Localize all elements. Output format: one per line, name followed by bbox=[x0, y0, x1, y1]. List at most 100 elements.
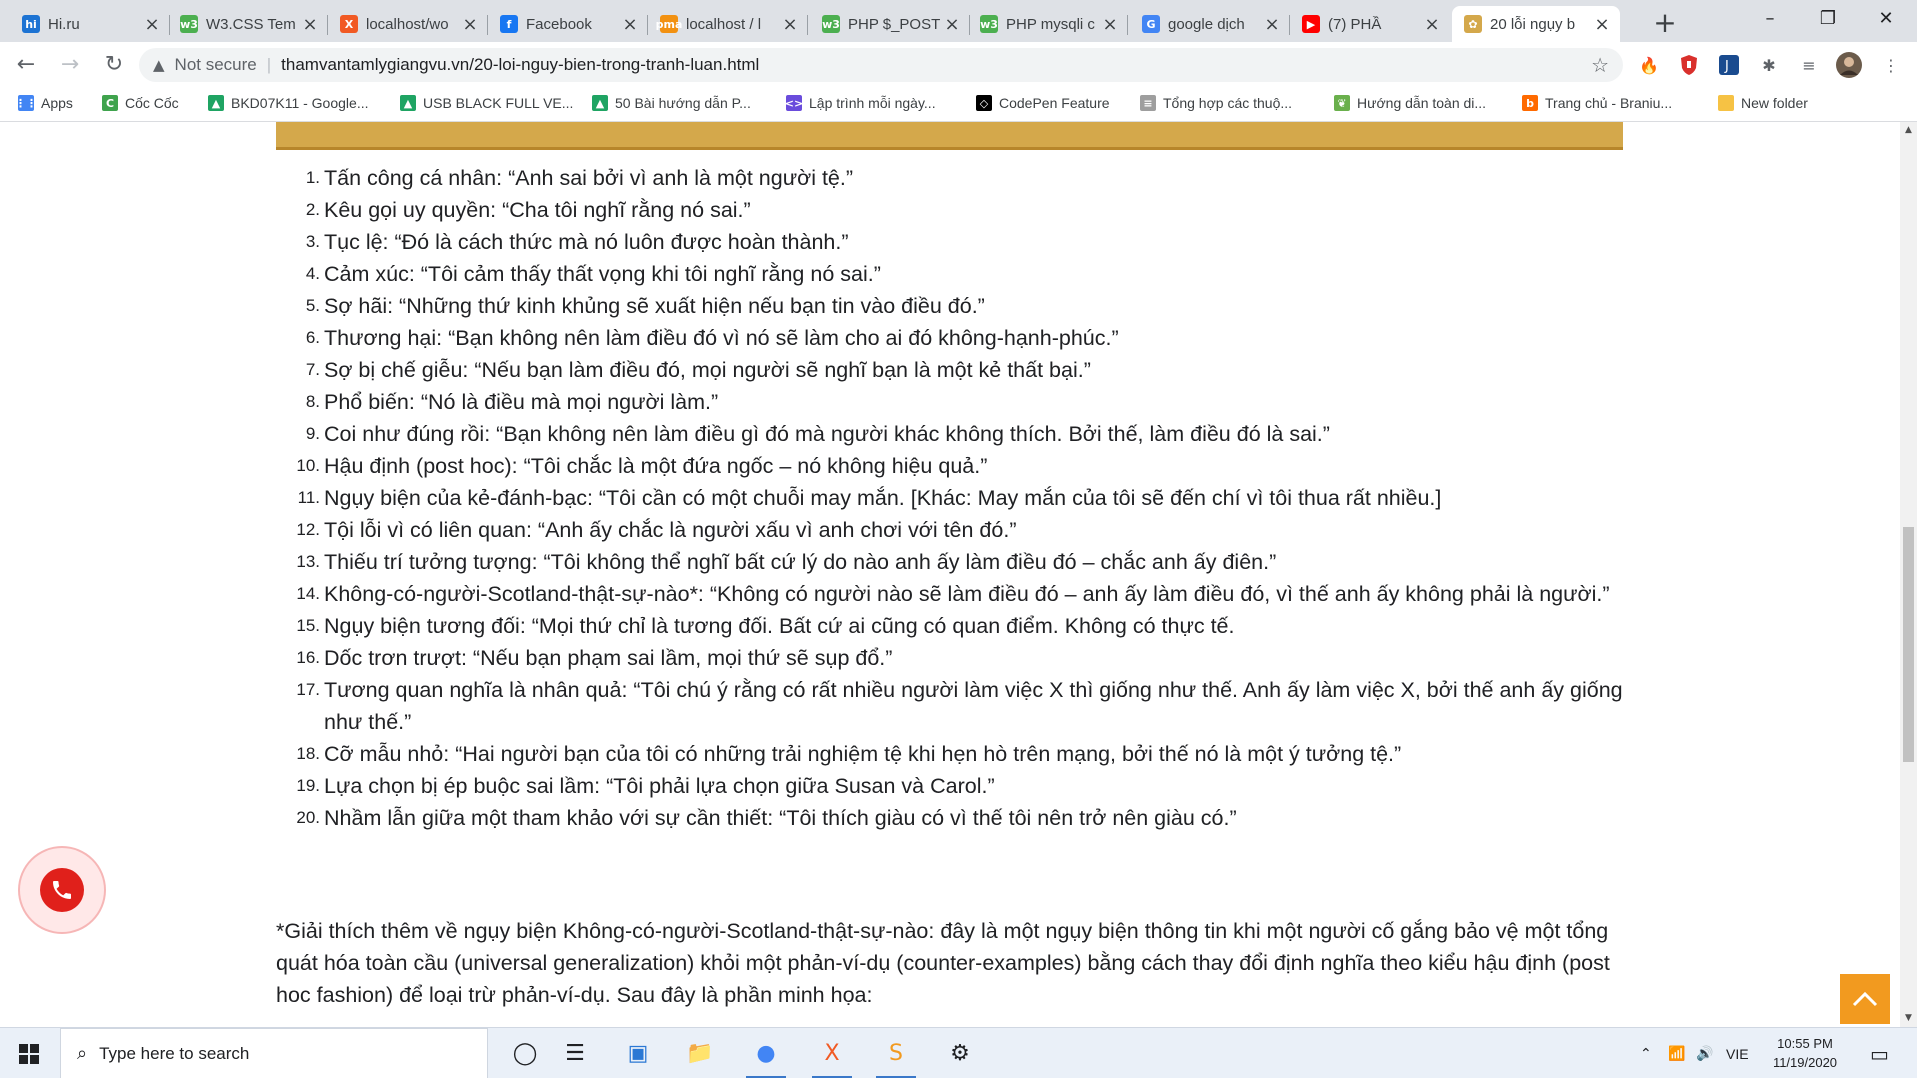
list-number: 9. bbox=[305, 424, 320, 443]
profile-avatar[interactable] bbox=[1836, 52, 1862, 78]
settings-gear-icon[interactable]: ⚙ bbox=[932, 1028, 988, 1078]
volume-icon[interactable]: 🔊 bbox=[1696, 1028, 1713, 1078]
close-tab-icon[interactable]: × bbox=[1262, 14, 1282, 35]
xampp-icon[interactable]: X bbox=[804, 1028, 860, 1078]
fallacy-text: Thiếu trí tưởng tượng: “Tôi không thể ng… bbox=[324, 550, 1277, 574]
notifications-icon[interactable]: ▭ bbox=[1870, 1028, 1889, 1078]
scroll-down-arrow-icon[interactable]: ▼ bbox=[1900, 1010, 1917, 1027]
list-number: 15. bbox=[296, 616, 320, 635]
browser-menu-icon[interactable]: ⋮ bbox=[1878, 52, 1904, 78]
browser-tab[interactable]: ✿ 20 lỗi ngụy b × bbox=[1452, 6, 1620, 42]
bookmark-label: Trang chủ - Braniu... bbox=[1545, 95, 1673, 111]
windows-taskbar: ⌕ Type here to search ◯ ☰ ▣ 📁 ● X S ⚙ ⌃ 📶 🔊 VIE… bbox=[0, 1027, 1917, 1078]
reload-icon[interactable]: ↻ bbox=[96, 47, 132, 83]
bookmark-item[interactable]: <> Lập trình mỗi ngày... bbox=[785, 95, 936, 111]
bookmark-item[interactable]: ◇ CodePen Feature bbox=[976, 95, 1110, 111]
tab-title: localhost / l bbox=[686, 15, 762, 33]
tab-title: Hi.ru bbox=[48, 15, 80, 33]
close-tab-icon[interactable]: × bbox=[942, 14, 962, 35]
tab-title: Facebook bbox=[526, 15, 592, 33]
security-label[interactable]: Not secure bbox=[175, 55, 257, 75]
browser-tab[interactable]: ▶ (7) PHẦ × bbox=[1290, 6, 1450, 42]
forward-arrow-icon[interactable]: → bbox=[52, 47, 88, 83]
extensions-puzzle-icon[interactable]: ✱ bbox=[1756, 52, 1782, 78]
fallacy-text: Coi như đúng rồi: “Bạn không nên làm điề… bbox=[324, 422, 1330, 446]
tab-title: PHP mysqli c bbox=[1006, 15, 1095, 33]
header-banner bbox=[276, 122, 1623, 150]
bookmark-item[interactable]: ▲ BKD07K11 - Google... bbox=[208, 95, 368, 111]
url-text[interactable]: thamvantamlygiangvu.vn/20-loi-nguy-bien-… bbox=[281, 55, 759, 75]
browser-tab[interactable]: f Facebook × bbox=[488, 6, 648, 42]
bookmark-item[interactable]: C Cốc Cốc bbox=[102, 95, 179, 111]
list-number: 20. bbox=[296, 808, 320, 827]
list-number: 16. bbox=[296, 648, 320, 667]
minimize-window-icon[interactable]: – bbox=[1740, 4, 1800, 34]
system-clock[interactable]: 10:55 PM 11/19/2020 bbox=[1760, 1034, 1850, 1072]
close-tab-icon[interactable]: × bbox=[1100, 14, 1120, 35]
close-tab-icon[interactable]: × bbox=[780, 14, 800, 35]
extension-blue-j-icon[interactable]: J bbox=[1716, 52, 1742, 78]
codepen-icon: ◇ bbox=[976, 95, 992, 111]
close-tab-icon[interactable]: × bbox=[142, 14, 162, 35]
bookmark-item[interactable]: New folder bbox=[1718, 95, 1808, 111]
fallacy-list-item: 3. Tục lệ: “Đó là cách thức mà nó luôn đư… bbox=[276, 226, 1624, 258]
back-arrow-icon[interactable]: ← bbox=[8, 47, 44, 83]
page-content: 1. Tấn công cá nhân: “Anh sai bởi vì anh … bbox=[0, 122, 1900, 1027]
browser-tab[interactable]: hi Hi.ru × bbox=[10, 6, 170, 42]
chrome-icon[interactable]: ● bbox=[738, 1028, 794, 1078]
bookmark-item[interactable]: b Trang chủ - Braniu... bbox=[1522, 95, 1672, 111]
phone-icon[interactable] bbox=[40, 868, 84, 912]
close-tab-icon[interactable]: × bbox=[1592, 14, 1612, 35]
close-tab-icon[interactable]: × bbox=[300, 14, 320, 35]
phpmyadmin-favicon: pma bbox=[656, 15, 682, 33]
sublime-text-icon[interactable]: S bbox=[868, 1028, 924, 1078]
bookmark-item[interactable]: ≡ Tổng hợp các thuộ... bbox=[1140, 95, 1292, 111]
network-app-icon[interactable]: ▣ bbox=[610, 1028, 666, 1078]
fallacy-list-item: 15. Ngụy biện tương đối: “Mọi thứ chỉ là … bbox=[276, 610, 1624, 642]
browser-tab[interactable]: w3 PHP mysqli c × bbox=[968, 6, 1128, 42]
page-scrollbar[interactable]: ▲ ▼ bbox=[1900, 122, 1917, 1027]
tray-overflow-icon[interactable]: ⌃ bbox=[1640, 1028, 1652, 1078]
not-secure-warning-icon[interactable]: ▲ bbox=[153, 56, 165, 74]
fallacy-text: Dốc trơn trượt: “Nếu bạn phạm sai lầm, m… bbox=[324, 646, 893, 670]
close-tab-icon[interactable]: × bbox=[620, 14, 640, 35]
close-window-icon[interactable]: ✕ bbox=[1856, 4, 1916, 34]
search-placeholder: Type here to search bbox=[99, 1043, 250, 1063]
browser-tab[interactable]: Ggoogle dịch × bbox=[1130, 6, 1290, 42]
file-explorer-icon[interactable]: 📁 bbox=[672, 1028, 728, 1078]
task-list-icon[interactable]: ☰ bbox=[547, 1028, 603, 1078]
bookmark-item[interactable]: ▲ USB BLACK FULL VE... bbox=[400, 95, 573, 111]
fallacy-text: Tấn công cá nhân: “Anh sai bởi vì anh là… bbox=[324, 166, 854, 190]
b-site-icon: b bbox=[1522, 95, 1538, 111]
bookmark-item[interactable]: ⋮⋮ Apps bbox=[15, 95, 73, 111]
extension-flame-icon[interactable]: 🔥 bbox=[1636, 52, 1662, 78]
browser-tab[interactable]: pma localhost / l × bbox=[648, 6, 808, 42]
browser-tab[interactable]: w3 PHP $_POST × bbox=[810, 6, 970, 42]
network-icon[interactable]: 📶 bbox=[1668, 1028, 1685, 1078]
bookmark-star-icon[interactable]: ☆ bbox=[1591, 53, 1609, 77]
restore-window-icon[interactable]: ❐ bbox=[1798, 4, 1858, 34]
w3schools-favicon: w3 bbox=[980, 15, 998, 33]
call-button[interactable] bbox=[18, 846, 106, 934]
browser-tab[interactable]: w3 W3.CSS Tem × bbox=[168, 6, 328, 42]
close-tab-icon[interactable]: × bbox=[1422, 14, 1442, 35]
fallacy-list-item: 20. Nhầm lẫn giữa một tham khảo với sự cầ… bbox=[276, 802, 1624, 834]
address-bar[interactable]: ▲ Not secure | thamvantamlygiangvu.vn/20… bbox=[139, 48, 1623, 82]
back-to-top-button[interactable] bbox=[1840, 974, 1890, 1024]
bookmark-item[interactable]: ❦ Hướng dẫn toàn di... bbox=[1334, 95, 1486, 111]
scroll-up-arrow-icon[interactable]: ▲ bbox=[1900, 122, 1917, 139]
scrollbar-thumb[interactable] bbox=[1903, 527, 1914, 762]
fallacy-text: Sợ bị chế giễu: “Nếu bạn làm điều đó, mọ… bbox=[324, 358, 1091, 382]
browser-tab[interactable]: Xlocalhost/wo × bbox=[328, 6, 488, 42]
taskbar-search-input[interactable]: ⌕ Type here to search bbox=[60, 1028, 488, 1078]
windows-start-icon[interactable] bbox=[0, 1028, 58, 1078]
bookmark-item[interactable]: ▲ 50 Bài hướng dẫn P... bbox=[592, 95, 751, 111]
task-view-icon[interactable]: ◯ bbox=[497, 1028, 553, 1078]
reading-list-icon[interactable]: ≡ bbox=[1796, 52, 1822, 78]
fallacy-text: Cảm xúc: “Tôi cảm thấy thất vọng khi tôi… bbox=[324, 262, 881, 286]
language-indicator[interactable]: VIE bbox=[1726, 1028, 1749, 1078]
list-number: 6. bbox=[305, 328, 320, 347]
close-tab-icon[interactable]: × bbox=[460, 14, 480, 35]
extension-shield-icon[interactable] bbox=[1676, 52, 1702, 78]
new-tab-plus-icon[interactable]: + bbox=[1650, 9, 1680, 39]
